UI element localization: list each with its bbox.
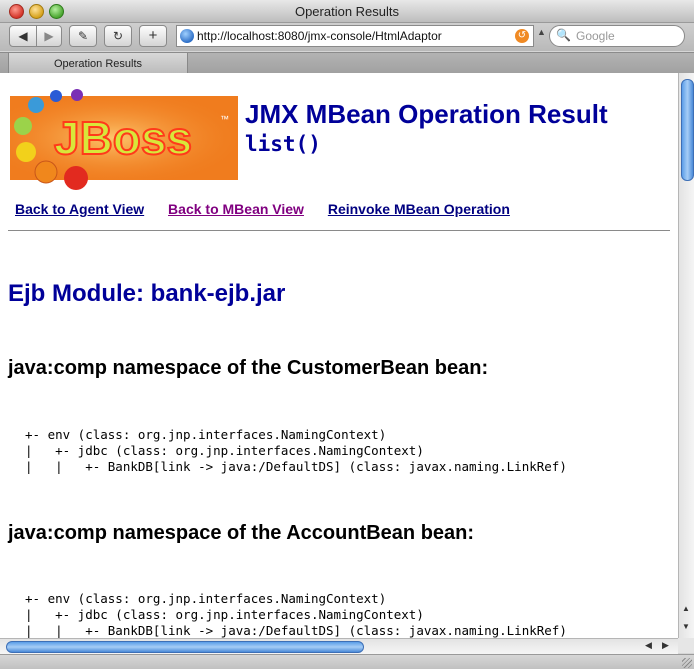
logo-dot-lightblue: [28, 97, 44, 113]
reinvoke-mbean-operation-link[interactable]: Reinvoke MBean Operation: [328, 201, 510, 217]
search-input[interactable]: [576, 26, 676, 46]
logo-trademark: ™: [220, 114, 229, 124]
vertical-scroll-thumb[interactable]: [681, 79, 694, 181]
logo-dot-orange: [34, 160, 58, 184]
vertical-scrollbar[interactable]: ▲ ▼: [678, 73, 694, 638]
page-title: JMX MBean Operation Result: [245, 99, 608, 129]
add-bookmark-button[interactable]: +: [139, 25, 167, 47]
operation-name: list(): [245, 132, 321, 156]
snapback-icon[interactable]: ↺: [515, 29, 529, 43]
reload-button[interactable]: ↻: [104, 25, 132, 47]
forward-button[interactable]: ▶: [36, 25, 62, 47]
status-bar: [0, 654, 694, 669]
horizontal-rule: [8, 230, 670, 231]
logo-dot-red: [64, 166, 88, 190]
module-heading: Ejb Module: bank-ejb.jar: [8, 280, 286, 307]
logo-dot-yellow: [16, 142, 36, 162]
logo-wordmark: JBoss: [54, 112, 192, 164]
tree-line: +- env (class: org.jnp.interfaces.Naming…: [25, 591, 387, 606]
tree-line: | | +- BankDB[link -> java:/DefaultDS] (…: [25, 623, 567, 638]
bookmark-button[interactable]: ✎: [69, 25, 97, 47]
scroll-left-icon[interactable]: ◀: [645, 640, 652, 651]
tab-bar: Operation Results: [0, 52, 694, 74]
pencil-icon: ✎: [77, 29, 89, 43]
scroll-up-icon[interactable]: ▲: [682, 604, 690, 613]
scroll-down-icon[interactable]: ▼: [682, 622, 690, 631]
tree-line: +- env (class: org.jnp.interfaces.Naming…: [25, 427, 387, 442]
tree-line: | +- jdbc (class: org.jnp.interfaces.Nam…: [25, 443, 424, 458]
plus-icon: +: [148, 27, 158, 44]
title-bar[interactable]: Operation Results: [0, 0, 694, 23]
jboss-logo: JBoss ™: [10, 89, 238, 190]
resize-grip-icon[interactable]: [682, 658, 692, 668]
url-history-arrow-icon[interactable]: ▲: [537, 27, 546, 37]
page-content: JBoss ™ JMX MBean Operation Result list(…: [0, 73, 678, 638]
scrollbar-corner: [678, 638, 694, 653]
back-button[interactable]: ◀: [9, 25, 37, 47]
back-to-agent-view-link[interactable]: Back to Agent View: [15, 201, 144, 217]
browser-toolbar: ◀ ▶ ✎ ↻ + ↺ ▲ 🔍: [0, 23, 694, 51]
logo-dot-blue: [50, 90, 62, 102]
namespace-tree: +- env (class: org.jnp.interfaces.Naming…: [25, 427, 567, 475]
forward-arrow-icon: ▶: [44, 29, 54, 43]
window-title: Operation Results: [294, 4, 400, 19]
horizontal-scroll-thumb[interactable]: [6, 641, 364, 653]
url-input[interactable]: [197, 26, 507, 46]
search-icon[interactable]: 🔍: [556, 28, 571, 42]
tree-line: | +- jdbc (class: org.jnp.interfaces.Nam…: [25, 607, 424, 622]
scroll-right-icon[interactable]: ▶: [662, 640, 669, 651]
browser-window: Operation Results ◀ ▶ ✎ ↻ + ↺ ▲ 🔍 Operat…: [0, 0, 694, 669]
tree-line: | | +- BankDB[link -> java:/DefaultDS] (…: [25, 459, 567, 474]
search-bar[interactable]: 🔍: [549, 25, 685, 47]
tab-operation-results[interactable]: Operation Results: [8, 53, 188, 73]
logo-dot-green: [14, 117, 32, 135]
back-to-mbean-view-link[interactable]: Back to MBean View: [168, 201, 304, 217]
logo-dot-purple: [71, 89, 83, 101]
namespace-tree: +- env (class: org.jnp.interfaces.Naming…: [25, 591, 567, 638]
horizontal-scrollbar[interactable]: ◀ ▶: [0, 638, 678, 654]
back-arrow-icon: ◀: [18, 29, 28, 43]
globe-icon: [180, 29, 194, 43]
nav-links: Back to Agent View Back to MBean View Re…: [15, 201, 530, 217]
address-bar[interactable]: ↺: [176, 25, 534, 47]
namespace-heading: java:comp namespace of the CustomerBean …: [8, 357, 489, 379]
reload-icon: ↻: [112, 29, 124, 43]
namespace-heading: java:comp namespace of the AccountBean b…: [8, 522, 475, 544]
